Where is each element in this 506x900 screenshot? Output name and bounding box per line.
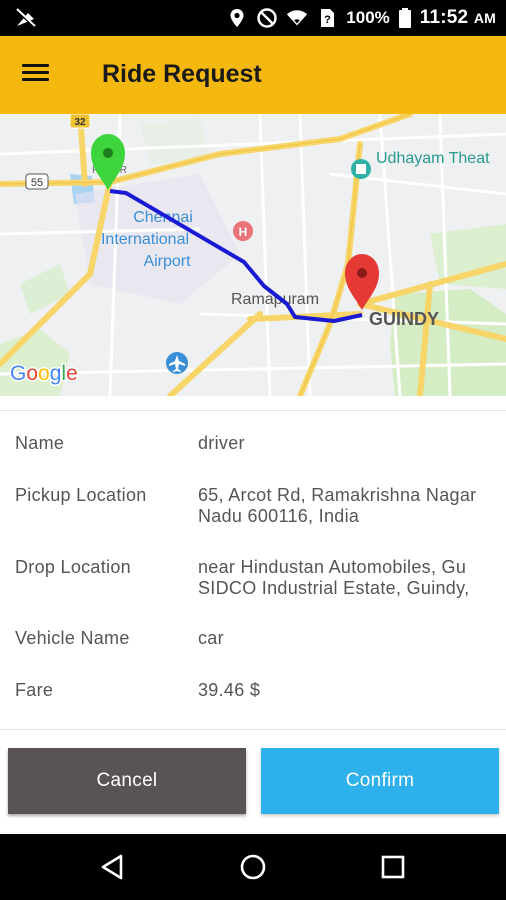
page-title: Ride Request xyxy=(102,60,262,88)
airport-label-line3: Airport xyxy=(143,253,191,270)
svg-text:Google: Google xyxy=(10,362,78,385)
udhayam-label: Udhayam Theat xyxy=(376,150,490,167)
fare-value: 39.46 $ xyxy=(198,680,261,700)
back-icon[interactable] xyxy=(98,852,128,882)
airport-label-line2: International xyxy=(101,231,189,248)
sim-card-icon: ? xyxy=(321,9,335,27)
wifi-icon xyxy=(287,10,308,26)
airport-label-line1: Chennai xyxy=(133,209,193,226)
vehicle-label: Vehicle Name xyxy=(15,628,130,648)
route-55-label: 55 xyxy=(31,177,43,189)
recents-icon[interactable] xyxy=(378,852,408,882)
name-value: driver xyxy=(198,433,245,453)
drop-label: Drop Location xyxy=(15,557,131,577)
pickup-label: Pickup Location xyxy=(15,485,147,505)
pickup-value-line1: 65, Arcot Rd, Ramakrishna Nagar xyxy=(198,485,477,505)
home-icon[interactable] xyxy=(238,852,268,882)
pickup-value-line2: Nadu 600116, India xyxy=(198,506,360,526)
hospital-icon: H xyxy=(239,225,248,239)
theatre-icon xyxy=(356,164,366,174)
battery-icon xyxy=(398,8,411,28)
map-canvas: 32 55 POZUR Chennai International Airpor… xyxy=(0,114,506,396)
name-label: Name xyxy=(15,433,65,453)
battery-percentage: 100% xyxy=(346,8,390,27)
cancel-button[interactable]: Cancel xyxy=(8,748,246,814)
status-bar: ? 100% 11:52 AM xyxy=(0,0,506,36)
action-bar: Cancel Confirm xyxy=(0,730,506,834)
fare-label: Fare xyxy=(15,680,54,700)
drop-value-line1: near Hindustan Automobiles, Gu xyxy=(198,557,467,577)
system-nav-bar xyxy=(0,834,506,900)
confirm-button[interactable]: Confirm xyxy=(261,748,499,814)
clock: 11:52 AM xyxy=(419,7,496,28)
guindy-label: GUINDY xyxy=(369,309,439,329)
hamburger-menu-icon[interactable] xyxy=(22,60,58,90)
google-logo: Google Google xyxy=(9,361,80,387)
vehicle-value: car xyxy=(198,628,224,648)
svg-text:?: ? xyxy=(324,14,331,26)
route-32-label: 32 xyxy=(74,117,86,128)
ride-details: Name driver Pickup Location 65, Arcot Rd… xyxy=(0,411,506,729)
app-bar: Ride Request xyxy=(0,36,506,114)
signal-off-icon xyxy=(15,8,37,29)
do-not-disturb-icon xyxy=(257,8,277,28)
drop-value-line2: SIDCO Industrial Estate, Guindy, xyxy=(198,578,470,598)
location-icon xyxy=(230,9,244,27)
route-map[interactable]: 32 55 POZUR Chennai International Airpor… xyxy=(0,114,506,396)
